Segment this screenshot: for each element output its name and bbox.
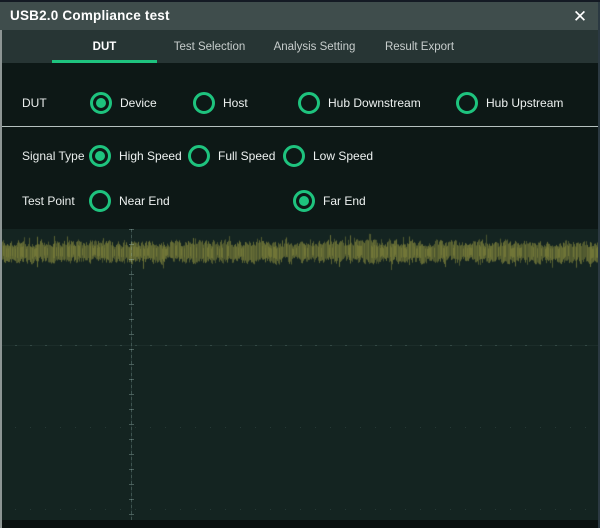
radio-label: Hub Downstream [328,96,421,110]
dialog-body: DUT Device Host Hub Downstream Hub Upstr… [0,63,600,229]
radio-circle-icon [456,92,478,114]
tab-dut[interactable]: DUT [52,30,157,63]
dut-row: DUT Device Host Hub Downstream Hub Upstr… [0,89,600,117]
section-divider [0,126,600,127]
radio-signal-high-speed[interactable]: High Speed [89,142,182,170]
test-point-row: Test Point Near End Far End [0,187,600,215]
radio-circle-icon [89,190,111,212]
radio-dut-hub-downstream[interactable]: Hub Downstream [298,89,421,117]
tab-test-selection[interactable]: Test Selection [157,30,262,63]
radio-label: Low Speed [313,149,373,163]
radio-dot-icon [95,151,105,161]
radio-signal-low-speed[interactable]: Low Speed [283,142,373,170]
radio-circle-icon [283,145,305,167]
graticule-dotted-row-2 [0,509,600,510]
radio-dot-icon [299,196,309,206]
radio-circle-icon [298,92,320,114]
radio-label: Host [223,96,248,110]
radio-circle-icon [188,145,210,167]
radio-label: High Speed [119,149,182,163]
screen-left-edge [0,30,2,528]
radio-circle-icon [90,92,112,114]
test-point-row-label: Test Point [22,187,75,215]
tab-strip: DUT Test Selection Analysis Setting Resu… [52,30,472,63]
tab-result-export[interactable]: Result Export [367,30,472,63]
radio-signal-full-speed[interactable]: Full Speed [188,142,275,170]
radio-label: Far End [323,194,366,208]
tab-label: Test Selection [174,41,246,53]
graticule-vline-ticks [129,229,134,528]
signal-type-row: Signal Type High Speed Full Speed Low Sp… [0,142,600,170]
radio-dut-hub-upstream[interactable]: Hub Upstream [456,89,563,117]
radio-label: Hub Upstream [486,96,563,110]
tab-analysis-setting[interactable]: Analysis Setting [262,30,367,63]
noise-waveform-trace [0,224,600,282]
tab-label: Result Export [385,41,454,53]
graticule-center-hline [0,345,600,346]
radio-testpoint-near-end[interactable]: Near End [89,187,170,215]
radio-dot-icon [96,98,106,108]
radio-circle-icon [293,190,315,212]
radio-label: Near End [119,194,170,208]
graticule-dotted-row-1 [0,427,600,428]
dut-row-label: DUT [22,89,47,117]
radio-label: Device [120,96,157,110]
tab-label: DUT [93,41,117,53]
radio-testpoint-far-end[interactable]: Far End [293,187,366,215]
dialog-title: USB2.0 Compliance test [10,2,170,30]
radio-circle-icon [193,92,215,114]
tab-bar: DUT Test Selection Analysis Setting Resu… [0,30,600,63]
screen-bottom-edge [0,520,600,528]
usb-compliance-dialog: USB2.0 Compliance test ✕ DUT Test Select… [0,0,600,528]
tab-label: Analysis Setting [274,41,356,53]
radio-circle-icon [89,145,111,167]
radio-dut-host[interactable]: Host [193,89,248,117]
radio-dut-device[interactable]: Device [90,89,157,117]
radio-label: Full Speed [218,149,275,163]
signal-type-row-label: Signal Type [22,142,85,170]
title-bar: USB2.0 Compliance test ✕ [0,2,600,30]
close-button[interactable]: ✕ [564,2,596,30]
close-icon: ✕ [573,8,587,25]
